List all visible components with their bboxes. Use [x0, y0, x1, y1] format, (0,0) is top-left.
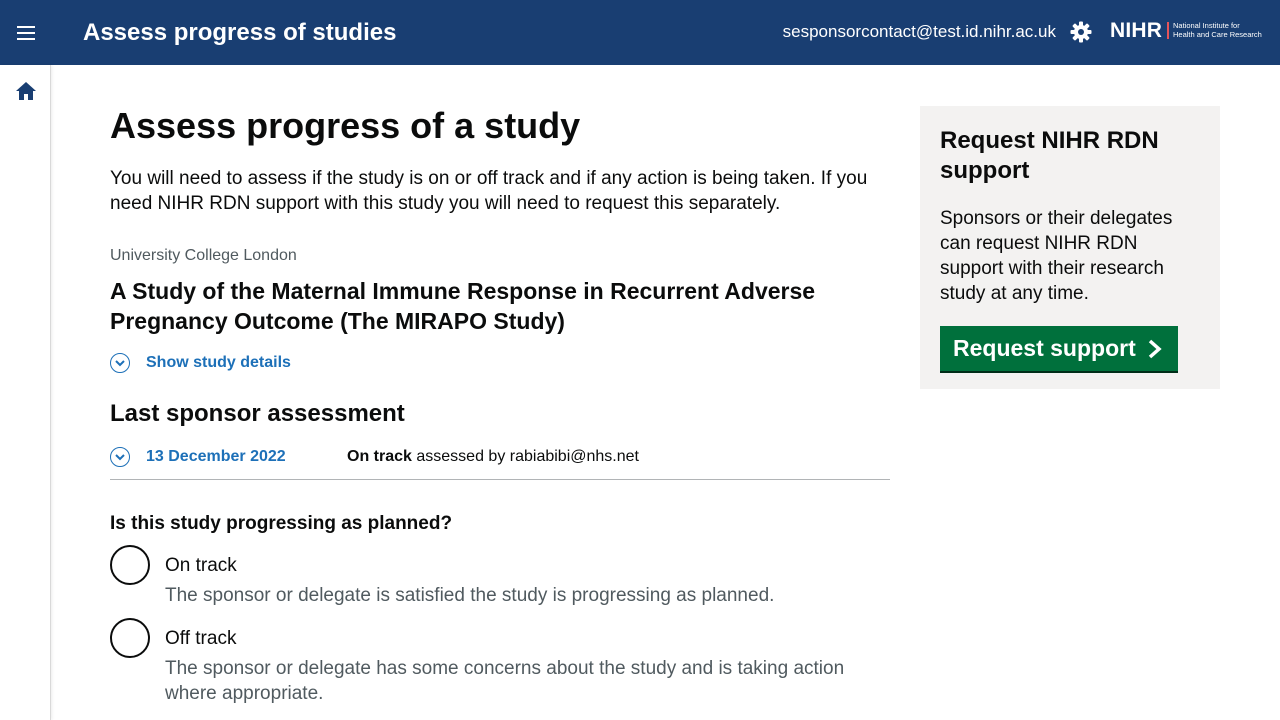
assessment-date: 13 December 2022	[146, 448, 286, 465]
chevron-down-icon	[110, 353, 130, 373]
chevron-right-icon	[1146, 339, 1164, 359]
nihr-logo: NIHR National Institute for Health and C…	[1110, 19, 1268, 43]
assessed-by-text: assessed by rabiabibi@nhs.net	[416, 448, 639, 465]
hamburger-menu-icon	[17, 25, 35, 40]
logo-divider	[1167, 22, 1169, 39]
assessment-date-toggle[interactable]: 13 December 2022	[110, 446, 286, 468]
user-email: sesponsorcontact@test.id.nihr.ac.uk	[782, 22, 1056, 41]
menu-button[interactable]	[0, 0, 52, 65]
request-support-panel: Request NIHR RDN support Sponsors or the…	[920, 106, 1220, 389]
gear-icon	[1070, 21, 1092, 43]
last-assessment-row: 13 December 2022 On track assessed by ra…	[110, 446, 890, 480]
on-track-hint: The sponsor or delegate is satisfied the…	[165, 585, 775, 606]
on-track-radio[interactable]	[110, 545, 150, 585]
off-track-label[interactable]: Off track	[165, 626, 236, 651]
side-nav	[0, 65, 51, 720]
chevron-down-icon	[110, 447, 130, 467]
logo-line-2: Health and Care Research	[1173, 30, 1262, 39]
assessment-status: On track	[347, 448, 412, 465]
off-track-radio[interactable]	[110, 618, 150, 658]
page-title: Assess progress of a study	[110, 105, 581, 146]
last-assessment-heading: Last sponsor assessment	[110, 400, 405, 427]
organisation-caption: University College London	[110, 247, 297, 264]
app-title: Assess progress of studies	[83, 19, 397, 46]
top-header: Assess progress of studies sesponsorcont…	[0, 0, 1280, 65]
request-support-button-label: Request support	[953, 335, 1136, 361]
request-support-button[interactable]: Request support	[940, 326, 1178, 371]
request-support-title: Request NIHR RDN support	[940, 127, 1159, 184]
intro-text: You will need to assess if the study is …	[110, 168, 868, 214]
request-support-text: Sponsors or their delegates can request …	[940, 208, 1173, 304]
on-track-label[interactable]: On track	[165, 553, 237, 578]
logo-line-1: National Institute for	[1173, 21, 1240, 30]
assessment-status-line: On track assessed by rabiabibi@nhs.net	[347, 446, 639, 468]
progress-question: Is this study progressing as planned?	[110, 513, 453, 534]
study-title: A Study of the Maternal Immune Response …	[110, 278, 816, 334]
show-study-details-label: Show study details	[146, 354, 291, 371]
home-icon	[16, 82, 36, 100]
show-study-details-toggle[interactable]: Show study details	[110, 352, 291, 374]
settings-button[interactable]	[1069, 20, 1093, 44]
logo-wordmark: NIHR	[1110, 19, 1163, 42]
home-button[interactable]	[14, 79, 38, 103]
off-track-hint: The sponsor or delegate has some concern…	[165, 658, 845, 704]
